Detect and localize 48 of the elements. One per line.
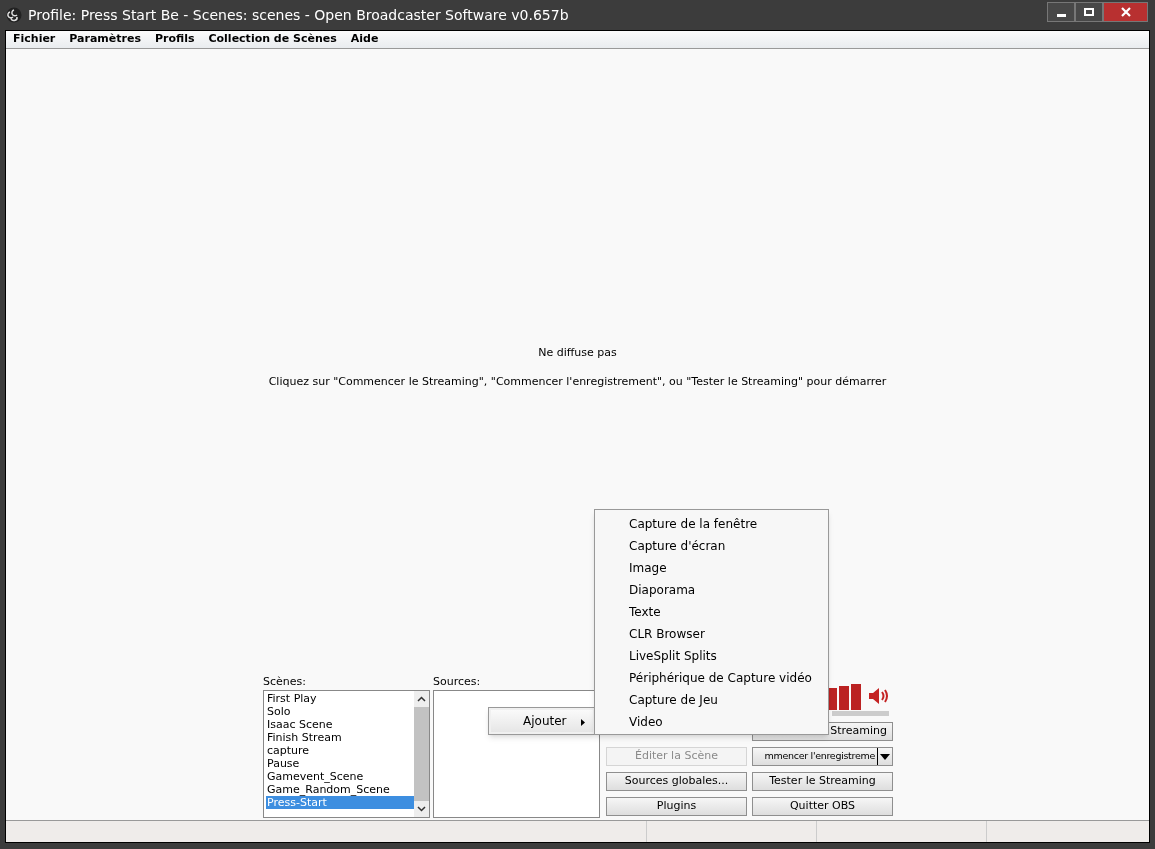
minimize-button[interactable] xyxy=(1047,2,1075,22)
menu-item[interactable]: Capture de la fenêtre xyxy=(595,513,828,535)
scene-item[interactable]: Game_Random_Scene xyxy=(266,783,414,796)
button[interactable]: Plugins xyxy=(606,797,747,816)
submenu-arrow-icon xyxy=(581,719,585,726)
menu-item[interactable]: LiveSplit Splits xyxy=(595,645,828,667)
menu-item[interactable]: Périphérique de Capture vidéo xyxy=(595,667,828,689)
menu-item[interactable]: Ajouter xyxy=(491,710,593,732)
menu-item[interactable]: Profils xyxy=(154,31,195,48)
scrollbar[interactable] xyxy=(414,691,429,817)
scene-item[interactable]: First Play xyxy=(266,692,414,705)
close-icon xyxy=(1120,7,1131,17)
window-title: Profile: Press Start Be - Scenes: scenes - Open Broadcaster Software v0.657b xyxy=(28,5,569,25)
menu-item[interactable]: Texte xyxy=(595,601,828,623)
button[interactable]: Tester le Streaming xyxy=(752,772,893,791)
menu-item[interactable]: Collection de Scènes xyxy=(208,31,337,48)
volume-slider[interactable] xyxy=(832,711,889,716)
speaker-icon[interactable] xyxy=(867,685,889,707)
menu-item[interactable]: Image xyxy=(595,557,828,579)
scroll-down-icon[interactable] xyxy=(417,806,426,812)
scene-item[interactable]: Solo xyxy=(266,705,414,718)
menu-item[interactable]: CLR Browser xyxy=(595,623,828,645)
scene-item[interactable]: Isaac Scene xyxy=(266,718,414,731)
scene-item[interactable]: Gamevent_Scene xyxy=(266,770,414,783)
menu-item[interactable]: Paramètres xyxy=(69,31,141,48)
menu-item[interactable]: Diaporama xyxy=(595,579,828,601)
preview-hint-text: Cliquez sur "Commencer le Streaming", "Commencer l'enregistrement", ou "Tester le Streaming" pour démarrer xyxy=(268,373,887,390)
scenes-label: Scènes: xyxy=(263,674,307,690)
menu-item[interactable]: Capture d'écran xyxy=(595,535,828,557)
menu-item[interactable]: Aide xyxy=(350,31,379,48)
maximize-button[interactable] xyxy=(1075,2,1103,22)
button[interactable]: Sources globales... xyxy=(606,772,747,791)
dropdown-arrow-icon[interactable] xyxy=(880,753,890,760)
scene-item[interactable]: Finish Stream xyxy=(266,731,414,744)
app-logo-icon xyxy=(6,7,22,23)
scroll-up-icon[interactable] xyxy=(417,696,426,702)
scene-item[interactable]: Pause xyxy=(266,757,414,770)
scene-item[interactable]: capture xyxy=(266,744,414,757)
close-button[interactable] xyxy=(1103,2,1148,22)
audio-meter xyxy=(827,682,861,710)
sources-label: Sources: xyxy=(433,674,482,690)
menu-item[interactable]: Fichier xyxy=(13,31,56,48)
stream-status-text: Ne diffuse pas xyxy=(538,345,617,361)
menu-item[interactable]: Capture de Jeu xyxy=(595,689,828,711)
recording-dropdown[interactable]: mmencer l'enregistreme xyxy=(752,747,893,766)
button[interactable]: Quitter OBS xyxy=(752,797,893,816)
scenes-list[interactable]: First Play Solo Isaac Scene Finish Stream capture Pause Gamevent_Scene Game_Random_Scene Press-Start xyxy=(263,690,430,818)
menu-item[interactable]: Video xyxy=(595,711,828,733)
